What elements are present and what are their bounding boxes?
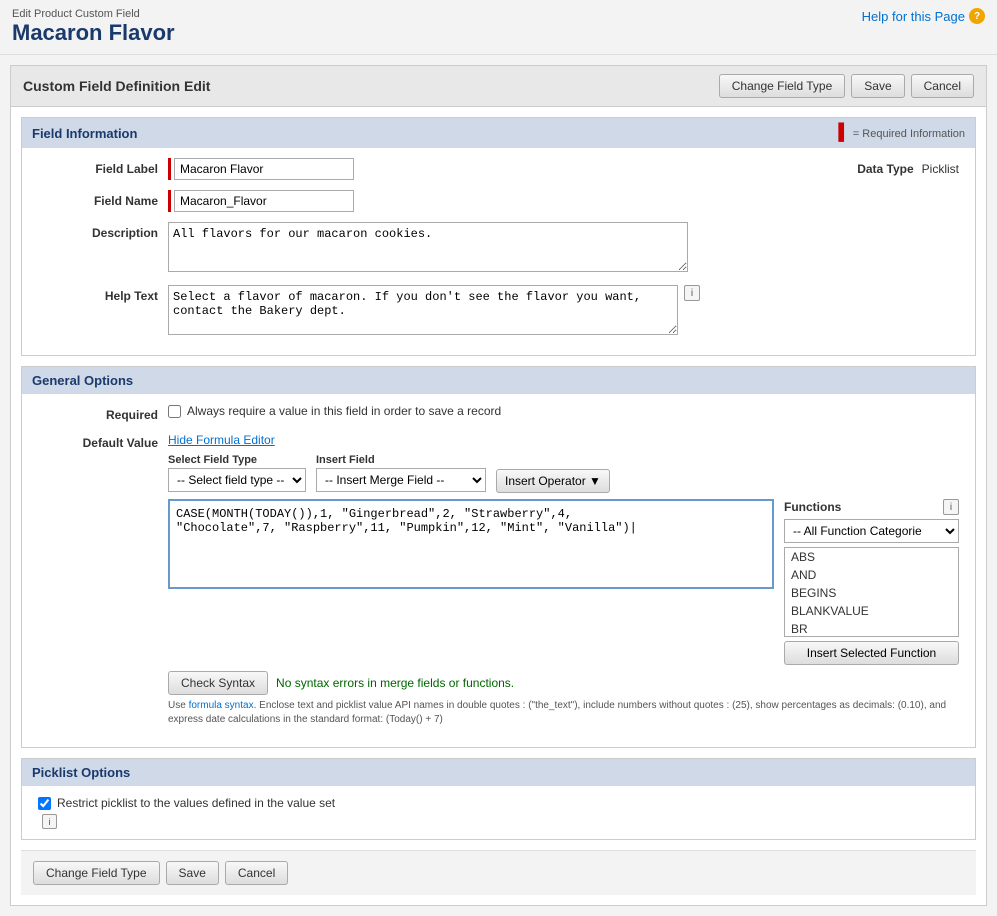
functions-list[interactable]: ABS AND BEGINS BLANKVALUE BR CASE bbox=[784, 547, 959, 637]
field-information-title: Field Information ▌ = Required Informati… bbox=[22, 118, 975, 148]
data-type-label: Data Type bbox=[857, 162, 913, 176]
main-content: Custom Field Definition Edit Change Fiel… bbox=[10, 65, 987, 906]
general-options-section: General Options Required Always require … bbox=[21, 366, 976, 748]
function-item-br[interactable]: BR bbox=[785, 620, 958, 637]
field-name-control bbox=[168, 190, 959, 212]
insert-field-dropdown[interactable]: -- Insert Merge Field -- bbox=[316, 468, 486, 492]
data-type-value: Picklist bbox=[922, 162, 959, 176]
insert-field-label: Insert Field bbox=[316, 454, 486, 466]
bottom-toolbar: Change Field Type Save Cancel bbox=[21, 850, 976, 895]
select-field-type-dropdown[interactable]: -- Select field type -- bbox=[168, 468, 306, 492]
field-label-control bbox=[168, 158, 817, 180]
formula-select-row: Select Field Type -- Select field type -… bbox=[168, 453, 959, 493]
syntax-ok-message: No syntax errors in merge fields or func… bbox=[276, 676, 514, 690]
description-control: All flavors for our macaron cookies. bbox=[168, 222, 959, 275]
field-info-form-body: Field Label Data Type Picklist Field Nam… bbox=[22, 148, 975, 355]
picklist-section-body: Restrict picklist to the values defined … bbox=[22, 786, 975, 839]
formula-textarea-container: CASE(MONTH(TODAY()),1, "Gingerbread",2, … bbox=[168, 499, 774, 665]
change-field-type-button-bottom[interactable]: Change Field Type bbox=[33, 861, 160, 885]
restrict-picklist-row: Restrict picklist to the values defined … bbox=[38, 796, 959, 810]
restrict-picklist-label: Restrict picklist to the values defined … bbox=[57, 796, 335, 810]
required-checkbox-label: Always require a value in this field in … bbox=[187, 404, 501, 418]
functions-panel-header: Functions i bbox=[784, 499, 959, 515]
default-value-control: Hide Formula Editor Select Field Type --… bbox=[168, 432, 959, 727]
function-item-blankvalue[interactable]: BLANKVALUE bbox=[785, 602, 958, 620]
functions-label: Functions bbox=[784, 500, 841, 514]
functions-info-icon[interactable]: i bbox=[943, 499, 959, 515]
formula-textarea[interactable]: CASE(MONTH(TODAY()),1, "Gingerbread",2, … bbox=[168, 499, 774, 589]
cancel-button-bottom[interactable]: Cancel bbox=[225, 861, 288, 885]
section-header-bar: Custom Field Definition Edit Change Fiel… bbox=[11, 66, 986, 107]
help-text-control: Select a flavor of macaron. If you don't… bbox=[168, 285, 959, 335]
cancel-button-top[interactable]: Cancel bbox=[911, 74, 974, 98]
default-value-row: Default Value Hide Formula Editor Select… bbox=[38, 432, 959, 727]
top-bar: Edit Product Custom Field Macaron Flavor… bbox=[0, 0, 997, 55]
insert-selected-function-button[interactable]: Insert Selected Function bbox=[784, 641, 959, 665]
field-name-row: Field Name bbox=[38, 190, 959, 212]
help-text-label: Help Text bbox=[38, 285, 168, 303]
toolbar-buttons: Change Field Type Save Cancel bbox=[719, 74, 974, 98]
section-header-title: Custom Field Definition Edit bbox=[23, 78, 210, 94]
general-options-body: Required Always require a value in this … bbox=[22, 394, 975, 747]
page-title: Macaron Flavor bbox=[12, 20, 175, 46]
help-link-text: Help for this Page bbox=[862, 9, 965, 24]
formula-help-text: Use formula syntax. Enclose text and pic… bbox=[168, 699, 959, 727]
select-field-type-group: Select Field Type -- Select field type -… bbox=[168, 454, 306, 492]
data-type-container: Data Type Picklist bbox=[857, 158, 959, 176]
insert-field-group: Insert Field -- Insert Merge Field -- bbox=[316, 454, 486, 492]
field-label-required-indicator bbox=[168, 158, 171, 180]
description-label: Description bbox=[38, 222, 168, 240]
field-name-input[interactable] bbox=[174, 190, 354, 212]
field-label-label: Field Label bbox=[38, 158, 168, 176]
check-syntax-row: Check Syntax No syntax errors in merge f… bbox=[168, 671, 959, 695]
required-checkbox[interactable] bbox=[168, 405, 181, 418]
restrict-picklist-checkbox[interactable] bbox=[38, 797, 51, 810]
save-button-bottom[interactable]: Save bbox=[166, 861, 219, 885]
functions-panel: Functions i -- All Function Categorie AB… bbox=[784, 499, 959, 665]
help-link[interactable]: Help for this Page ? bbox=[862, 8, 985, 24]
help-text-row: Help Text Select a flavor of macaron. If… bbox=[38, 285, 959, 335]
save-button-top[interactable]: Save bbox=[851, 74, 904, 98]
function-item-begins[interactable]: BEGINS bbox=[785, 584, 958, 602]
insert-operator-container: Insert Operator ▼ bbox=[496, 453, 610, 493]
field-name-required-indicator bbox=[168, 190, 171, 212]
picklist-info-icon[interactable]: i bbox=[42, 814, 57, 829]
help-text-textarea[interactable]: Select a flavor of macaron. If you don't… bbox=[168, 285, 678, 335]
top-bar-left: Edit Product Custom Field Macaron Flavor bbox=[12, 8, 175, 46]
field-information-section: Field Information ▌ = Required Informati… bbox=[21, 117, 976, 356]
function-item-abs[interactable]: ABS bbox=[785, 548, 958, 566]
field-label-row: Field Label Data Type Picklist bbox=[38, 158, 959, 180]
general-options-title: General Options bbox=[22, 367, 975, 394]
select-field-type-label: Select Field Type bbox=[168, 454, 306, 466]
function-item-and[interactable]: AND bbox=[785, 566, 958, 584]
hide-formula-editor-link[interactable]: Hide Formula Editor bbox=[168, 433, 275, 447]
insert-operator-button[interactable]: Insert Operator ▼ bbox=[496, 469, 610, 493]
default-value-label: Default Value bbox=[38, 432, 168, 450]
required-label: Required bbox=[38, 404, 168, 422]
formula-editor-area: CASE(MONTH(TODAY()),1, "Gingerbread",2, … bbox=[168, 499, 959, 665]
change-field-type-button-top[interactable]: Change Field Type bbox=[719, 74, 846, 98]
picklist-options-section: Picklist Options Restrict picklist to th… bbox=[21, 758, 976, 840]
help-text-info-icon[interactable]: i bbox=[684, 285, 700, 301]
help-icon: ? bbox=[969, 8, 985, 24]
required-control: Always require a value in this field in … bbox=[168, 404, 959, 418]
field-label-input[interactable] bbox=[174, 158, 354, 180]
description-row: Description All flavors for our macaron … bbox=[38, 222, 959, 275]
required-info: ▌ = Required Information bbox=[838, 124, 965, 142]
functions-category-dropdown[interactable]: -- All Function Categorie bbox=[784, 519, 959, 543]
field-name-label: Field Name bbox=[38, 190, 168, 208]
formula-syntax-link[interactable]: formula syntax bbox=[189, 700, 254, 711]
edit-label: Edit Product Custom Field bbox=[12, 8, 175, 20]
check-syntax-button[interactable]: Check Syntax bbox=[168, 671, 268, 695]
required-row: Required Always require a value in this … bbox=[38, 404, 959, 422]
description-textarea[interactable]: All flavors for our macaron cookies. bbox=[168, 222, 688, 272]
picklist-options-title: Picklist Options bbox=[22, 759, 975, 786]
